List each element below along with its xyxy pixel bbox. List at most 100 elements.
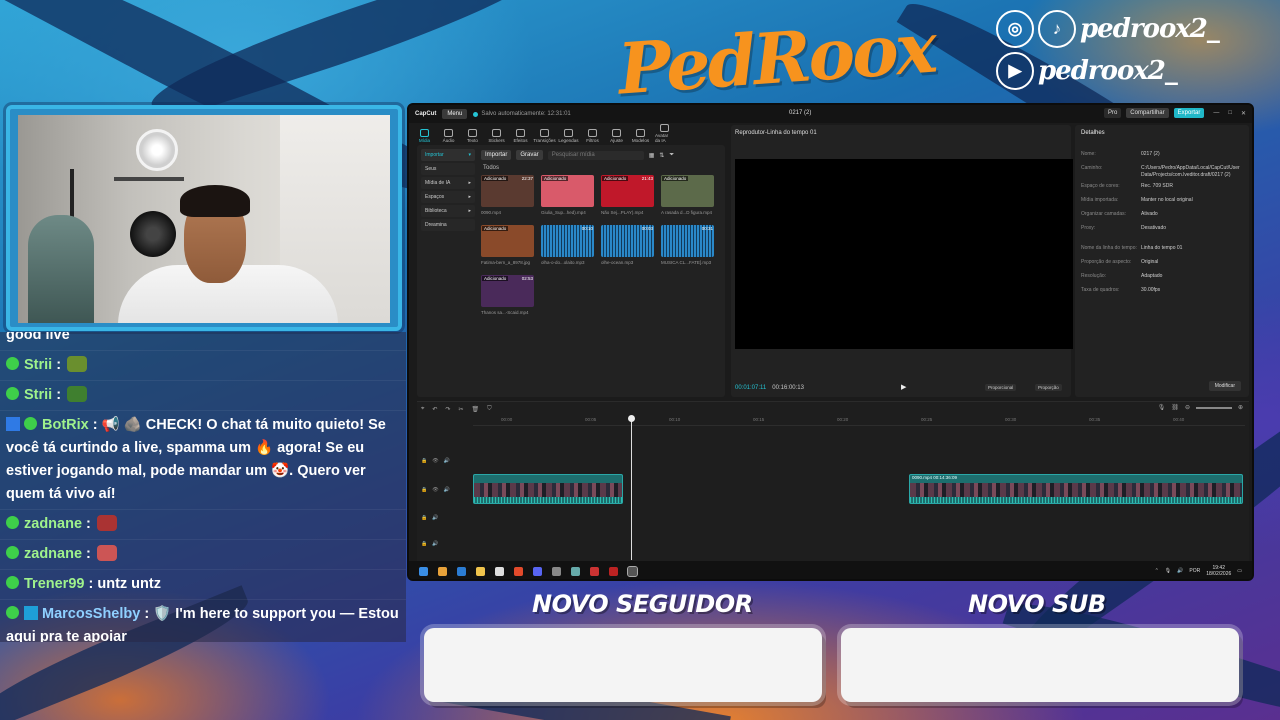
tool-text[interactable]: Texto [463, 129, 482, 143]
tool-label: Áudio [442, 138, 455, 143]
shield-icon[interactable]: ⛉ [487, 406, 492, 413]
tool-stickers[interactable]: Stickers [487, 129, 506, 143]
mic-icon[interactable]: 🎙 [1165, 568, 1171, 574]
timeline-clip[interactable]: 0090.mp4 00:14:36:09 [909, 474, 1243, 504]
sidebar-item-spaces[interactable]: Espaços ▸ [421, 191, 475, 203]
media-clip[interactable]: Adicionado Fatima-bern_a_8978.jpg [481, 225, 534, 269]
edge-icon[interactable] [457, 566, 466, 576]
sidebar-item-dreamina[interactable]: Dreamina [421, 219, 475, 231]
media-clip[interactable]: Adicionado 21:43 Não Sej...PLAY).mp4 [601, 175, 654, 219]
media-sidebar: Importar ▾ Seus Mídia de IA ▸ Espaços ▸ Bib… [419, 149, 475, 233]
social-row: ▶ pedroox2_ [996, 50, 1236, 92]
media-clip[interactable]: Adicionado 02:53 Thanos sa...-Scaid.mp4 [481, 275, 534, 319]
chevron-up-icon[interactable]: ⌃ [1155, 568, 1159, 574]
media-icon [420, 129, 429, 137]
media-clip[interactable]: 00:03 olhe-ocean.mp3 [601, 225, 654, 269]
eye-icon[interactable]: 👁 [432, 487, 438, 493]
sidebar-item-import[interactable]: Importar ▾ [421, 149, 475, 161]
capcut-icon[interactable] [627, 565, 638, 577]
track-controls[interactable]: 🔒 🔊 [421, 513, 469, 523]
tool-transitions[interactable]: Transições [533, 129, 556, 143]
audio-icon[interactable]: 🔊 [432, 515, 438, 521]
store-icon[interactable] [495, 566, 504, 576]
tool-templates[interactable]: Modelos [631, 129, 650, 143]
media-clip[interactable]: Adicionado Giulia_Sup...hed).mp4 [541, 175, 594, 219]
audio-icon[interactable]: 🔊 [432, 541, 438, 547]
track-controls[interactable]: 🔒 👁 🔊 [421, 485, 469, 495]
track-controls[interactable]: 🔒 🔊 [421, 539, 469, 549]
modify-button[interactable]: Modificar [1208, 381, 1241, 391]
app-icon[interactable] [571, 566, 580, 576]
select-icon[interactable]: ⌖ [421, 406, 424, 413]
minimize-icon[interactable]: — [1213, 110, 1219, 116]
grid-view-icon[interactable]: ▦ [649, 152, 655, 159]
maximize-icon[interactable]: □ [1228, 110, 1232, 116]
close-icon[interactable]: ✕ [1241, 110, 1246, 117]
sidebar-label: Biblioteca [425, 208, 447, 214]
tool-effects[interactable]: Efeitos [511, 129, 530, 143]
media-clip[interactable]: Adicionado 22:37 0090.mp4 [481, 175, 534, 219]
share-button[interactable]: Compartilhar [1126, 108, 1169, 118]
export-button[interactable]: Exportar [1173, 108, 1205, 118]
app-icon[interactable] [609, 566, 618, 576]
zoom-out-icon[interactable]: ⊖ [1185, 404, 1190, 411]
sort-icon[interactable]: ⇅ [659, 152, 664, 159]
media-clip[interactable]: Adicionado A rasada d...D figura.mp4 [661, 175, 714, 219]
redo-icon[interactable]: ↷ [445, 406, 450, 413]
app-icon[interactable] [438, 566, 447, 576]
playhead[interactable] [628, 415, 635, 560]
zoom-in-icon[interactable]: ⊕ [1238, 404, 1243, 411]
sidebar-item-library[interactable]: Biblioteca ▸ [421, 205, 475, 217]
import-button[interactable]: Importar [481, 150, 512, 160]
mic-icon[interactable]: 🎙 [1158, 404, 1166, 411]
instagram-icon: ◎ [996, 10, 1034, 48]
discord-icon[interactable] [533, 566, 542, 576]
sidebar-item-yours[interactable]: Seus [421, 163, 475, 175]
lock-icon[interactable]: 🔒 [421, 487, 427, 493]
details-row: Nome: 0217 (2) [1081, 151, 1247, 158]
eye-icon[interactable]: 👁 [432, 458, 438, 464]
lock-icon[interactable]: 🔒 [421, 515, 427, 521]
filter-icon[interactable]: ⏷ [669, 152, 674, 159]
notification-icon[interactable]: ▭ [1237, 568, 1242, 574]
record-button[interactable]: Gravar [516, 150, 543, 160]
tool-ai-avatar[interactable]: Avatar da IA [655, 124, 674, 143]
sidebar-item-ai-media[interactable]: Mídia de IA ▸ [421, 177, 475, 189]
tool-audio[interactable]: Áudio [439, 129, 458, 143]
tool-captions[interactable]: Legendas [558, 129, 579, 143]
media-clip[interactable]: 00:31 MUSICA CL...FATE].mp3 [661, 225, 714, 269]
audio-icon[interactable]: 🔊 [444, 487, 450, 493]
media-search-input[interactable]: Pesquisar mídia [547, 150, 644, 160]
chat-text: : [86, 546, 91, 562]
clock[interactable]: 19:42 18/02/2026 [1206, 565, 1231, 577]
tool-filters[interactable]: Filtros [583, 129, 602, 143]
tool-adjust[interactable]: Ajuste [607, 129, 626, 143]
app-icon[interactable] [552, 566, 561, 576]
menu-button[interactable]: Menu [442, 109, 468, 119]
volume-icon[interactable]: 🔊 [1177, 568, 1183, 574]
ratio-button[interactable]: Proporção [1035, 384, 1062, 391]
lock-icon[interactable]: 🔒 [421, 458, 427, 464]
folder-icon[interactable] [476, 566, 485, 576]
media-clip[interactable]: 00:10 olha-o-do...olaito.mp3 [541, 225, 594, 269]
pro-button[interactable]: Pro [1103, 108, 1122, 118]
obs-icon[interactable] [590, 566, 599, 576]
audio-icon[interactable]: 🔊 [444, 458, 450, 464]
titlebar-actions: Pro Compartilhar Exportar — □ ✕ [1103, 108, 1246, 118]
lock-icon[interactable]: 🔒 [421, 541, 427, 547]
effects-icon [516, 129, 525, 137]
zoom-slider[interactable] [1195, 406, 1232, 409]
delete-icon[interactable]: 🗑 [471, 406, 479, 413]
undo-icon[interactable]: ↶ [432, 406, 437, 413]
tool-media[interactable]: Mídia [415, 129, 434, 143]
fit-button[interactable]: Proporcional [985, 384, 1017, 391]
track-controls[interactable]: 🔒 👁 🔊 [421, 456, 469, 466]
play-icon[interactable]: ▶ [901, 383, 906, 391]
language-indicator[interactable]: POR [1189, 568, 1200, 574]
split-icon[interactable]: ✂ [458, 406, 463, 413]
brave-icon[interactable] [514, 566, 523, 576]
player-viewport[interactable] [735, 159, 1073, 349]
windows-start-icon[interactable] [419, 566, 428, 576]
link-icon[interactable]: ⛓ [1171, 404, 1179, 411]
timeline-clip[interactable] [473, 474, 623, 504]
